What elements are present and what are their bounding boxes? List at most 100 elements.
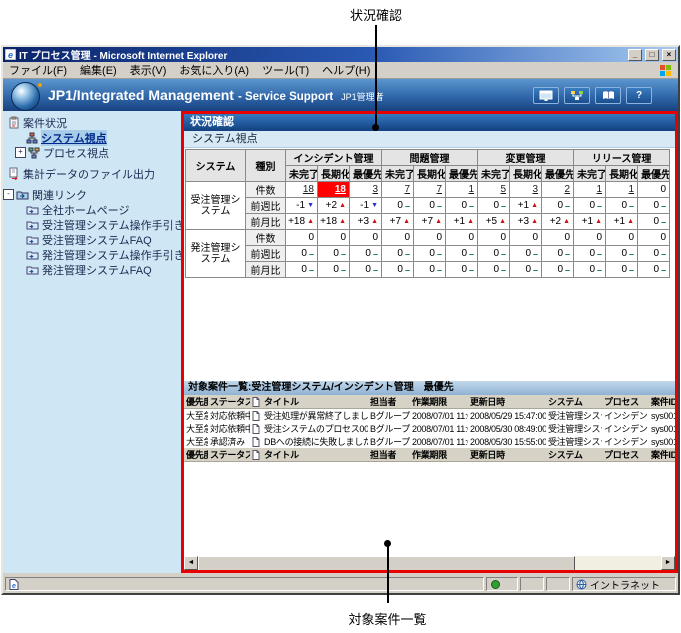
count-link[interactable]: 3 bbox=[372, 184, 378, 195]
case-column-header-7[interactable]: システム bbox=[546, 395, 602, 409]
count-cell: 3 bbox=[510, 182, 542, 198]
trend-value: 0– bbox=[481, 248, 506, 259]
case-column-header-2[interactable] bbox=[250, 395, 262, 409]
scroll-left-arrow[interactable]: ◄ bbox=[184, 556, 198, 570]
flat-dash-icon: – bbox=[469, 265, 474, 275]
trend-cell: 0– bbox=[286, 246, 318, 262]
trend-value: 0– bbox=[641, 248, 666, 259]
down-arrow-icon: ▼ bbox=[307, 202, 314, 209]
menu-item-3[interactable]: お気に入り(A) bbox=[179, 62, 249, 78]
case-process: インシデント管理 bbox=[602, 435, 649, 448]
trend-value: 0– bbox=[609, 264, 634, 275]
case-column-header-8[interactable]: プロセス bbox=[602, 448, 649, 462]
case-row[interactable]: 大至急承認済みDBへの接続に失敗しましたBグループ長2008/07/01 11:… bbox=[184, 435, 675, 448]
case-column-header-9[interactable]: 案件ID bbox=[649, 395, 675, 409]
count-link[interactable]: 1 bbox=[468, 184, 474, 195]
sidebar-item-link-juchu-guide[interactable]: 受注管理システム操作手引き bbox=[3, 217, 181, 232]
case-column-header-0[interactable]: 優先度 bbox=[184, 395, 208, 409]
svg-text:e: e bbox=[8, 50, 13, 60]
sidebar-item-link-hachu-faq[interactable]: 発注管理システムFAQ bbox=[3, 262, 181, 277]
count-link[interactable]: 2 bbox=[565, 184, 571, 195]
scroll-right-arrow[interactable]: ► bbox=[661, 556, 675, 570]
case-column-header-6[interactable]: 更新日時 bbox=[468, 395, 546, 409]
count-link[interactable]: 18 bbox=[335, 184, 346, 195]
case-column-header-1[interactable]: ステータス bbox=[208, 395, 250, 409]
case-column-header-5[interactable]: 作業期限 bbox=[410, 395, 468, 409]
menu-item-2[interactable]: 表示(V) bbox=[130, 62, 167, 78]
case-column-header-2[interactable] bbox=[250, 448, 262, 462]
flat-dash-icon: – bbox=[309, 249, 314, 259]
manual-button[interactable] bbox=[595, 87, 621, 104]
count-link[interactable]: 7 bbox=[436, 184, 442, 195]
count-cell: 0 bbox=[574, 230, 606, 246]
collapse-minus-icon[interactable]: - bbox=[3, 189, 14, 200]
sidebar-item-case-status[interactable]: 案件状況 bbox=[3, 115, 181, 130]
sidebar-item-related-links[interactable]: -関連リンク bbox=[3, 187, 181, 202]
menu-item-5[interactable]: ヘルプ(H) bbox=[322, 62, 370, 78]
menu-item-4[interactable]: ツール(T) bbox=[262, 62, 309, 78]
trend-number: 0 bbox=[301, 264, 307, 275]
sidebar-item-process-view[interactable]: +プロセス視点 bbox=[3, 145, 181, 160]
case-header-row: 優先度ステータスタイトル担当者作業期限更新日時システムプロセス案件ID bbox=[184, 448, 675, 462]
case-column-header-8[interactable]: プロセス bbox=[602, 395, 649, 409]
case-column-header-7[interactable]: システム bbox=[546, 448, 602, 462]
flat-dash-icon: – bbox=[341, 265, 346, 275]
flat-dash-icon: – bbox=[661, 217, 666, 227]
sidebar-item-link-home[interactable]: 全社ホームページ bbox=[3, 202, 181, 217]
case-row[interactable]: 大至急対応依頼中受注処理が異常終了しましたBグループ長2008/07/01 11… bbox=[184, 409, 675, 423]
case-column-header-4[interactable]: 担当者 bbox=[368, 448, 410, 462]
flat-dash-icon: – bbox=[597, 249, 602, 259]
trend-cell: +2▲ bbox=[542, 214, 574, 230]
sidebar-item-link-juchu-faq[interactable]: 受注管理システムFAQ bbox=[3, 232, 181, 247]
trend-value: 0– bbox=[449, 200, 474, 211]
trend-value: 0– bbox=[641, 200, 666, 211]
count-cell: 3 bbox=[350, 182, 382, 198]
up-arrow-icon: ▲ bbox=[563, 218, 570, 225]
case-column-header-5[interactable]: 作業期限 bbox=[410, 448, 468, 462]
case-row[interactable]: 大至急対応依頼中受注システムのプロセス003が異常終了し...Bグループ長200… bbox=[184, 422, 675, 435]
maximize-button[interactable]: □ bbox=[645, 49, 659, 61]
file-output-icon bbox=[8, 167, 20, 180]
ie-window-icon: e bbox=[5, 49, 16, 60]
case-column-header-3[interactable]: タイトル bbox=[262, 448, 368, 462]
case-deadline: 2008/07/01 11:00 bbox=[410, 435, 468, 448]
trend-value: +18▲ bbox=[321, 216, 346, 227]
trend-number: 0 bbox=[397, 200, 403, 211]
count-link[interactable]: 1 bbox=[597, 184, 603, 195]
case-id: sys001inci bbox=[649, 435, 675, 448]
menu-item-1[interactable]: 編集(E) bbox=[80, 62, 117, 78]
trend-cell: +3▲ bbox=[510, 214, 542, 230]
help-button[interactable]: ? bbox=[626, 87, 652, 104]
count-link[interactable]: 5 bbox=[500, 184, 506, 195]
minimize-button[interactable]: _ bbox=[628, 49, 642, 61]
count-link[interactable]: 18 bbox=[303, 184, 314, 195]
sidebar-item-file-output[interactable]: 集計データのファイル出力 bbox=[3, 166, 181, 181]
count-link[interactable]: 3 bbox=[532, 184, 538, 195]
sidebar-item-system-view[interactable]: システム視点 bbox=[3, 130, 181, 145]
window-list-button[interactable] bbox=[533, 87, 559, 104]
flat-dash-icon: – bbox=[629, 201, 634, 211]
case-status: 承認済み bbox=[208, 435, 250, 448]
trend-number: 0 bbox=[429, 264, 435, 275]
case-column-header-4[interactable]: 担当者 bbox=[368, 395, 410, 409]
close-button[interactable]: × bbox=[662, 49, 676, 61]
case-header-row: 優先度ステータスタイトル担当者作業期限更新日時システムプロセス案件ID bbox=[184, 395, 675, 409]
flat-dash-icon: – bbox=[373, 265, 378, 275]
count-link[interactable]: 1 bbox=[629, 184, 635, 195]
scrollbar-track[interactable] bbox=[575, 556, 661, 570]
case-column-header-3[interactable]: タイトル bbox=[262, 395, 368, 409]
trend-number: 0 bbox=[589, 200, 595, 211]
trend-value: 0– bbox=[577, 248, 602, 259]
case-column-header-6[interactable]: 更新日時 bbox=[468, 448, 546, 462]
case-column-header-1[interactable]: ステータス bbox=[208, 448, 250, 462]
horizontal-scrollbar[interactable]: ◄ ► bbox=[184, 556, 675, 570]
trend-cell: 0– bbox=[542, 198, 574, 214]
trend-value: 0– bbox=[385, 264, 410, 275]
case-column-header-0[interactable]: 優先度 bbox=[184, 448, 208, 462]
process-button[interactable] bbox=[564, 87, 590, 104]
sidebar-item-link-hachu-guide[interactable]: 発注管理システム操作手引き bbox=[3, 247, 181, 262]
count-link[interactable]: 7 bbox=[404, 184, 410, 195]
case-column-header-9[interactable]: 案件ID bbox=[649, 448, 675, 462]
expand-plus-icon[interactable]: + bbox=[15, 147, 26, 158]
menu-item-0[interactable]: ファイル(F) bbox=[9, 62, 67, 78]
